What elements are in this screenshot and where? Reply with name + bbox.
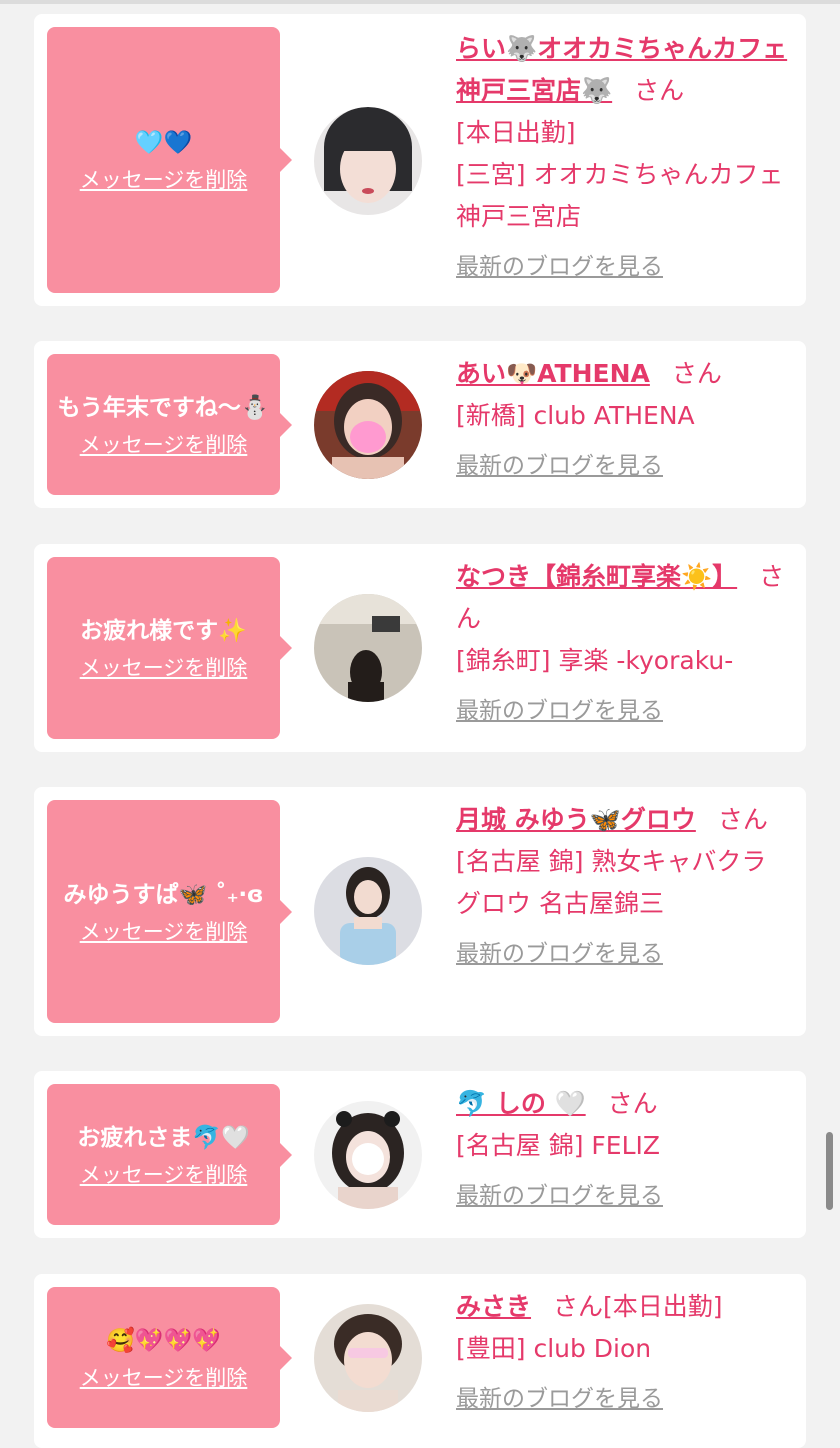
latest-blog-link[interactable]: 最新のブログを見る — [456, 1378, 663, 1420]
delete-message-link[interactable]: メッセージを削除 — [80, 652, 248, 682]
latest-blog-link[interactable]: 最新のブログを見る — [456, 690, 663, 732]
profile-info: 月城 みゆう🦋グロウ さん [名古屋 錦] 熟女キャバクラグロウ 名古屋錦三 最新… — [456, 799, 791, 975]
latest-blog-link[interactable]: 最新のブログを見る — [456, 445, 663, 487]
message-text: お疲れさま🐬🤍 — [77, 1124, 250, 1151]
shop-text: [名古屋 錦] 熟女キャバクラグロウ 名古屋錦三 — [456, 847, 767, 918]
message-bubble: もう年末ですね〜⛄ メッセージを削除 — [47, 354, 292, 495]
profile-info: 🐬 しの 🤍 さん [名古屋 錦] FELIZ 最新のブログを見る — [456, 1083, 791, 1217]
avatar[interactable] — [314, 594, 422, 702]
profile-info: みさき さん[本日出勤] [豊田] club Dion 最新のブログを見る — [456, 1286, 791, 1420]
message-bubble: 🥰💖💖💖 メッセージを削除 — [47, 1287, 292, 1428]
delete-message-link[interactable]: メッセージを削除 — [80, 429, 248, 459]
profile-info: なつき【錦糸町享楽☀️】 さん [錦糸町] 享楽 -kyoraku- 最新のブログ… — [456, 556, 791, 732]
cast-name-link[interactable]: 🐬 しの 🤍 — [456, 1089, 586, 1118]
top-divider — [0, 0, 840, 4]
latest-blog-link[interactable]: 最新のブログを見る — [456, 933, 663, 975]
cast-name-link[interactable]: あい🐶ATHENA — [456, 359, 650, 388]
message-card: 🥰💖💖💖 メッセージを削除 みさき さん[本日出勤] [豊田] club Dion… — [34, 1274, 806, 1448]
shop-text: [名古屋 錦] FELIZ — [456, 1131, 661, 1160]
message-card: みゆうすぱ🦋 ˚₊‧ɞ メッセージを削除 月城 みゆう🦋グロウ さん [名古屋 錦… — [34, 787, 806, 1036]
honorific: さん — [717, 805, 768, 834]
delete-message-link[interactable]: メッセージを削除 — [80, 164, 248, 194]
latest-blog-link[interactable]: 最新のブログを見る — [456, 246, 663, 288]
honorific: さん — [553, 1292, 604, 1321]
honorific: さん — [634, 76, 685, 105]
message-card: お疲れさま🐬🤍 メッセージを削除 🐬 しの 🤍 さん [名古屋 錦] FELIZ … — [34, 1071, 806, 1238]
avatar[interactable] — [314, 371, 422, 479]
message-text: もう年末ですね〜⛄ — [57, 394, 270, 421]
message-bubble: みゆうすぱ🦋 ˚₊‧ɞ メッセージを削除 — [47, 800, 292, 1023]
cast-name-link[interactable]: みさき — [456, 1292, 531, 1321]
cast-name-link[interactable]: らい🐺オオカミちゃんカフェ神戸三宮店🐺 — [456, 34, 787, 105]
message-card: お疲れ様です✨ メッセージを削除 なつき【錦糸町享楽☀️】 さん [錦糸町] 享楽… — [34, 544, 806, 752]
status-text: [本日出勤] — [603, 1292, 723, 1321]
message-card: 🩵💙 メッセージを削除 らい🐺オオカミちゃんカフェ神戸三宮店🐺 さん [本日出勤]… — [34, 14, 806, 306]
avatar[interactable] — [314, 1101, 422, 1209]
shop-text: [新橋] club ATHENA — [456, 401, 695, 430]
shop-text: [錦糸町] 享楽 -kyoraku- — [456, 646, 734, 675]
delete-message-link[interactable]: メッセージを削除 — [80, 1362, 248, 1392]
shop-text: [三宮] オオカミちゃんカフェ神戸三宮店 — [456, 160, 784, 231]
message-text: 🥰💖💖💖 — [106, 1327, 221, 1354]
honorific: さん — [607, 1089, 658, 1118]
message-bubble: 🩵💙 メッセージを削除 — [47, 27, 292, 293]
profile-info: あい🐶ATHENA さん [新橋] club ATHENA 最新のブログを見る — [456, 353, 791, 487]
scrollbar[interactable] — [826, 1132, 833, 1210]
message-bubble: お疲れ様です✨ メッセージを削除 — [47, 557, 292, 739]
avatar[interactable] — [314, 857, 422, 965]
message-text: 🩵💙 — [134, 130, 193, 156]
delete-message-link[interactable]: メッセージを削除 — [80, 1159, 248, 1189]
shop-text: [豊田] club Dion — [456, 1334, 652, 1363]
cast-name-link[interactable]: なつき【錦糸町享楽☀️】 — [456, 562, 737, 591]
message-bubble: お疲れさま🐬🤍 メッセージを削除 — [47, 1084, 292, 1225]
message-text: お疲れ様です✨ — [80, 618, 247, 644]
cast-name-link[interactable]: 月城 みゆう🦋グロウ — [456, 805, 696, 834]
avatar[interactable] — [314, 1304, 422, 1412]
message-card: もう年末ですね〜⛄ メッセージを削除 あい🐶ATHENA さん [新橋] club… — [34, 341, 806, 508]
status-text: [本日出勤] — [456, 118, 576, 147]
message-text: みゆうすぱ🦋 ˚₊‧ɞ — [63, 881, 264, 908]
honorific: さん — [671, 359, 722, 388]
delete-message-link[interactable]: メッセージを削除 — [80, 916, 248, 946]
profile-info: らい🐺オオカミちゃんカフェ神戸三宮店🐺 さん [本日出勤] [三宮] オオカミちゃ… — [456, 28, 791, 288]
avatar[interactable] — [314, 107, 422, 215]
latest-blog-link[interactable]: 最新のブログを見る — [456, 1175, 663, 1217]
